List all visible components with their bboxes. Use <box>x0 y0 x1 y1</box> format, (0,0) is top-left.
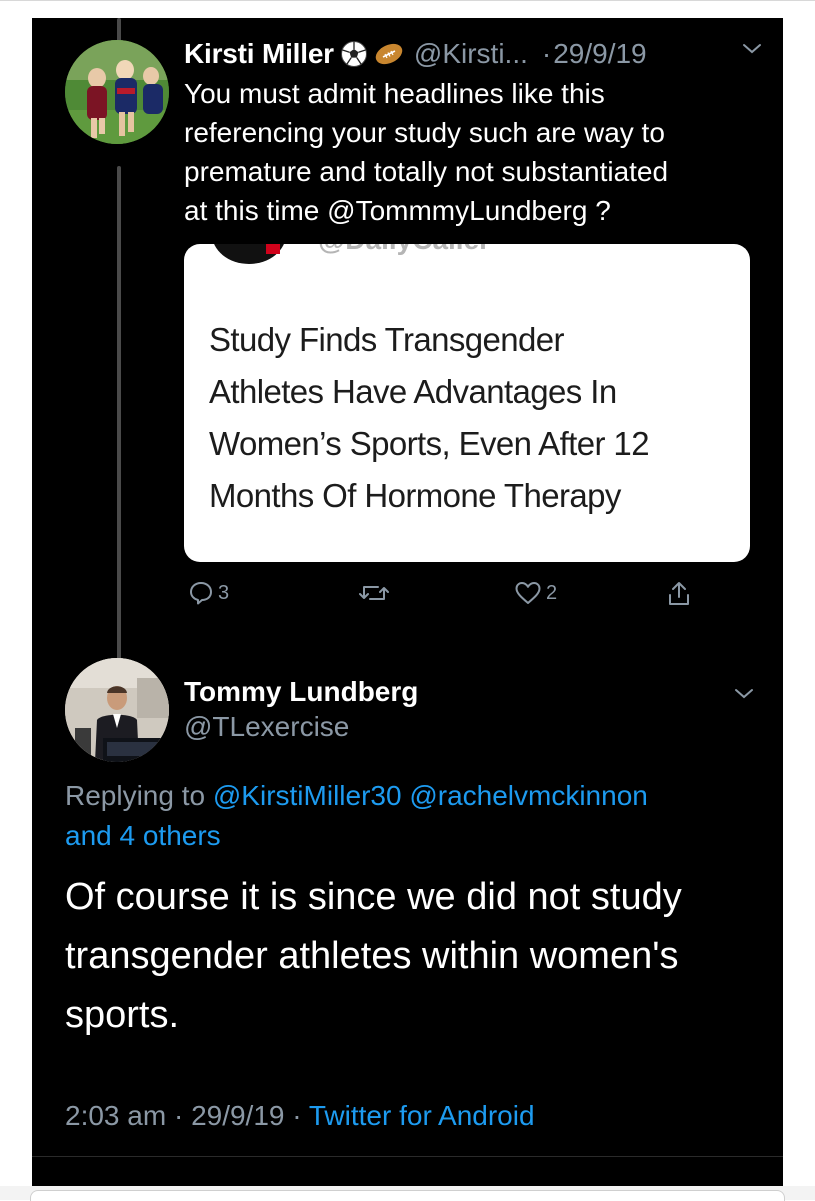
bottom-sheet-edge <box>30 1190 785 1201</box>
share-icon <box>666 580 692 608</box>
author-handle[interactable]: @TLexercise <box>184 711 349 743</box>
heart-icon <box>514 580 542 606</box>
replying-to: Replying to @KirstiMiller30 @rachelvmcki… <box>65 776 755 856</box>
tweet-header: Kirsti Miller @Kirsti... · 29/9/19 <box>184 34 764 74</box>
reply-icon <box>188 580 214 606</box>
divider <box>32 1156 783 1157</box>
tweet-actions: 3 2 <box>184 580 689 620</box>
tweet-meta: 2:03 am · 29/9/19 · Twitter for Android <box>65 1100 535 1132</box>
tweet-text: You must admit headlines like this refer… <box>184 78 669 226</box>
tweet-date[interactable]: 29/9/19 <box>553 38 646 70</box>
like-count: 2 <box>546 581 558 604</box>
author-handle[interactable]: @Kirsti... <box>414 38 528 70</box>
thread-line <box>117 166 121 666</box>
avatar-photo-rugby-players <box>65 40 169 144</box>
image-source-logo-mark <box>266 244 280 254</box>
chevron-down-icon[interactable] <box>732 682 756 711</box>
tweet-text: Of course it is since we did not study t… <box>65 876 682 1036</box>
separator-dot: · <box>541 38 552 69</box>
image-headline: Study Finds Transgender Athletes Have Ad… <box>209 321 650 514</box>
others-link[interactable]: and 4 others <box>65 820 221 851</box>
tweet-thread: Kirsti Miller @Kirsti... · 29/9/19 You m… <box>0 0 815 1186</box>
soccer-ball-icon <box>340 40 368 68</box>
avatar[interactable] <box>65 658 169 762</box>
separator-dot: · <box>292 1100 302 1131</box>
retweet-icon <box>358 580 390 606</box>
separator-dot: · <box>173 1100 184 1131</box>
reply-button[interactable]: 3 <box>188 580 229 606</box>
replying-prefix: Replying to <box>65 780 206 811</box>
tweet-date: 29/9/19 <box>191 1100 285 1131</box>
reply-count: 3 <box>218 581 230 604</box>
avatar-photo-speaker <box>65 658 169 762</box>
bottom-frame <box>0 1186 815 1201</box>
avatar[interactable] <box>65 40 169 144</box>
image-source-handle: @DailyCaller <box>318 244 490 256</box>
retweet-button[interactable] <box>358 580 394 606</box>
chevron-down-icon[interactable] <box>740 36 764 68</box>
share-button[interactable] <box>666 580 692 608</box>
thread-line-top <box>117 18 121 42</box>
client-link[interactable]: Twitter for Android <box>309 1100 535 1131</box>
like-button[interactable]: 2 <box>514 580 557 606</box>
embedded-image[interactable]: @DailyCaller Study Finds Transgender Ath… <box>184 244 750 562</box>
author-name[interactable]: Kirsti Miller <box>184 38 334 70</box>
mention-link[interactable]: @rachelvmckinnon <box>409 780 648 811</box>
mention-link[interactable]: @KirstiMiller30 <box>213 780 402 811</box>
tweet-time: 2:03 am <box>65 1100 167 1131</box>
rugby-ball-icon <box>374 40 403 68</box>
author-name[interactable]: Tommy Lundberg <box>184 676 418 708</box>
